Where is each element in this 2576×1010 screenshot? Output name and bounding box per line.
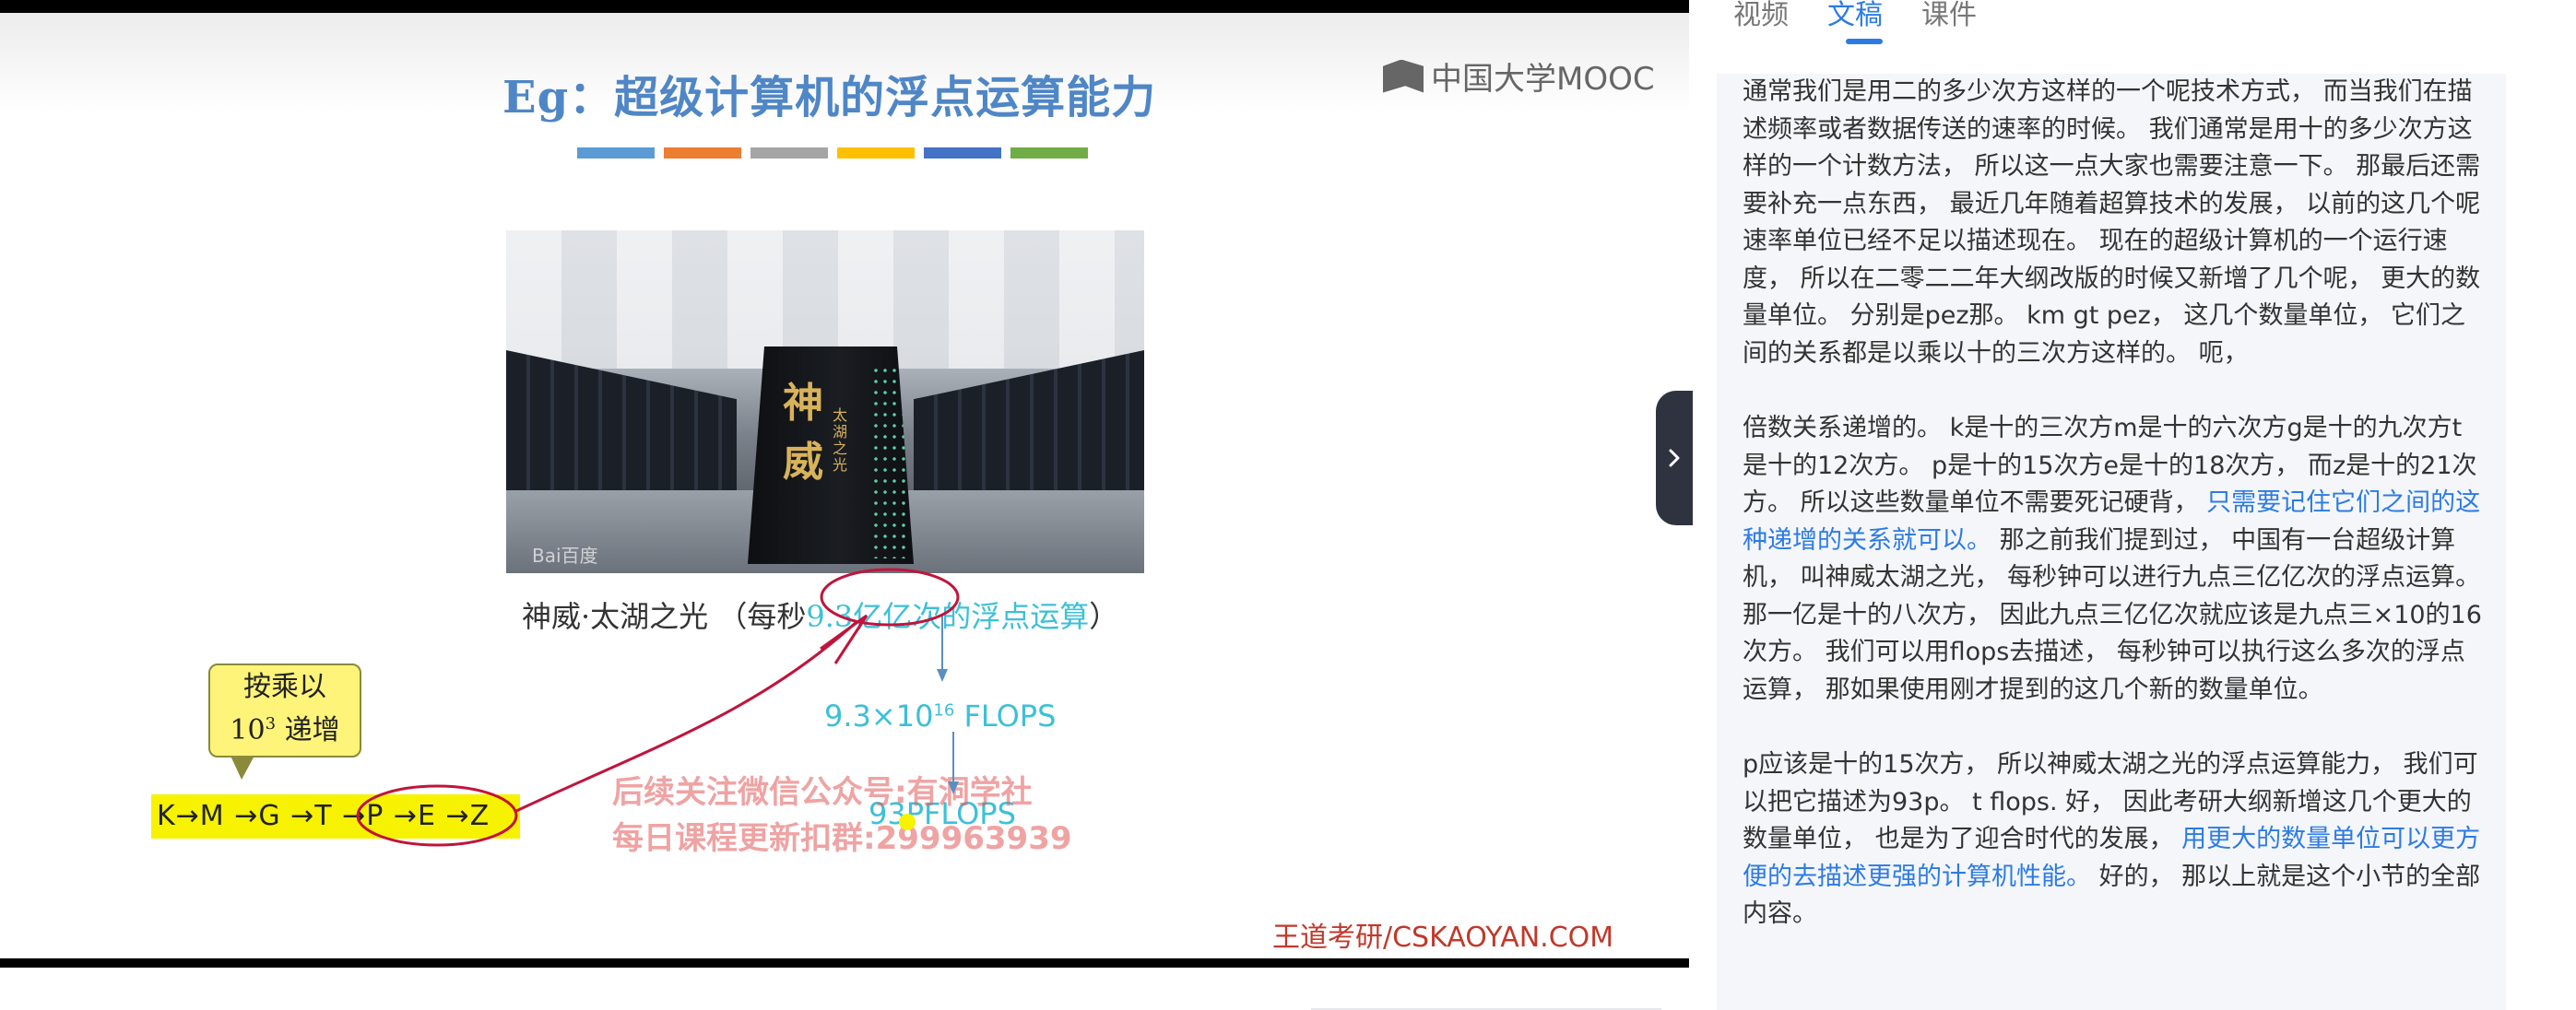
transcript-panel[interactable]: 通常我们是用二的多少次方这样的一个呢技术方式， 而当我们在描述频率或者数据传送的… — [1717, 74, 2506, 1010]
collapse-panel-button[interactable] — [1656, 391, 1693, 525]
transcript-paragraph-1: 通常我们是用二的多少次方这样的一个呢技术方式， 而当我们在描述频率或者数据传送的… — [1743, 74, 2484, 372]
down-arrow-1-head — [937, 669, 948, 682]
tab-video[interactable]: 视频 — [1733, 0, 1789, 42]
transcript-paragraph-3: p应该是十的15次方， 所以神威太湖之光的浮点运算能力， 我们可以把它描述为93… — [1743, 746, 2484, 934]
circle-annotation-caption — [820, 568, 960, 627]
panel-tabs: 视频 文稿 课件 — [1733, 0, 1977, 44]
transcript-text: 通常我们是用二的多少次方这样的一个呢技术方式， 而当我们在描述频率或者数据传送的… — [1743, 77, 2481, 368]
transcript-paragraph-2: 倍数关系递增的。 k是十的三次方m是十的六次方g是十的九次方t是十的12次方。 … — [1743, 410, 2484, 709]
slide: Eg：超级计算机的浮点运算能力 中国大学MOOC 神威 太湖之光 Bai百度 神… — [0, 13, 1689, 958]
tab-courseware[interactable]: 课件 — [1921, 0, 1977, 42]
video-player[interactable]: Eg：超级计算机的浮点运算能力 中国大学MOOC 神威 太湖之光 Bai百度 神… — [0, 0, 1689, 968]
tab-transcript[interactable]: 文稿 — [1827, 0, 1883, 44]
down-arrow-2-head — [948, 781, 959, 794]
red-curve-annotation — [515, 619, 859, 813]
circle-annotation-units — [356, 784, 518, 847]
annotation-overlay — [356, 568, 960, 847]
cursor-dot — [899, 814, 916, 830]
chevron-right-icon — [1669, 449, 1680, 467]
